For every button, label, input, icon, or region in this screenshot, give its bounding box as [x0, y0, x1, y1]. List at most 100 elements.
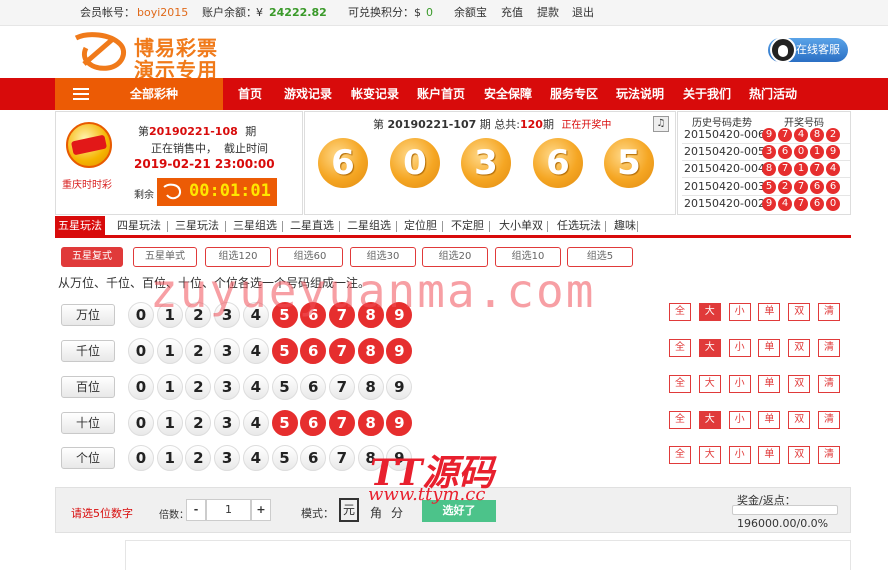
rebate-slider[interactable]: [732, 505, 838, 515]
quick-select-odd-button[interactable]: 单: [758, 339, 781, 357]
tab-four-star[interactable]: 四星玩法: [117, 216, 161, 236]
digit-ball[interactable]: 5: [271, 338, 298, 364]
quick-select-clear-button[interactable]: 清: [818, 303, 840, 321]
position-label-button[interactable]: 个位: [61, 447, 115, 469]
multiple-plus-button[interactable]: +: [251, 499, 271, 521]
quick-select-clear-button[interactable]: 清: [818, 411, 840, 429]
quick-select-all-button[interactable]: 全: [669, 339, 691, 357]
link-withdraw[interactable]: 提款: [537, 7, 559, 19]
multiple-input[interactable]: 1: [206, 499, 251, 521]
mode-jiao-button[interactable]: 角: [370, 504, 382, 521]
digit-ball[interactable]: 9: [386, 374, 413, 400]
tab-undetermined[interactable]: 不定胆: [451, 216, 484, 236]
digit-ball[interactable]: 0: [128, 374, 154, 400]
quick-select-small-button[interactable]: 小: [728, 339, 751, 357]
multiple-minus-button[interactable]: -: [186, 499, 206, 521]
digit-ball[interactable]: 7: [328, 338, 355, 364]
quick-select-small-button[interactable]: 小: [728, 303, 751, 321]
quick-select-all-button[interactable]: 全: [669, 375, 691, 393]
tab-three-star-group[interactable]: 三星组选: [233, 216, 277, 236]
tab-position[interactable]: 定位胆: [404, 216, 437, 236]
digit-ball[interactable]: 7: [328, 445, 355, 471]
quick-select-big-button[interactable]: 大: [698, 411, 721, 429]
quick-select-clear-button[interactable]: 清: [818, 339, 840, 357]
digit-ball[interactable]: 9: [386, 410, 413, 436]
quick-select-small-button[interactable]: 小: [728, 375, 751, 393]
quick-select-small-button[interactable]: 小: [728, 446, 751, 464]
digit-ball[interactable]: 6: [300, 410, 327, 436]
digit-ball[interactable]: 9: [386, 338, 413, 364]
digit-ball[interactable]: 5: [271, 374, 298, 400]
quick-select-odd-button[interactable]: 单: [758, 446, 781, 464]
nav-about[interactable]: 关于我们: [683, 78, 731, 110]
digit-ball[interactable]: 0: [128, 410, 154, 436]
logo-icon[interactable]: [70, 30, 130, 74]
digit-ball[interactable]: 0: [128, 445, 154, 471]
nav-service-zone[interactable]: 服务专区: [550, 78, 598, 110]
quick-select-big-button[interactable]: 大: [698, 446, 721, 464]
digit-ball[interactable]: 3: [214, 445, 241, 471]
position-label-button[interactable]: 千位: [61, 340, 115, 362]
digit-ball[interactable]: 4: [242, 374, 269, 400]
quick-select-clear-button[interactable]: 清: [818, 375, 840, 393]
digit-ball[interactable]: 8: [357, 374, 384, 400]
nav-account-changes[interactable]: 帐变记录: [351, 78, 399, 110]
digit-ball[interactable]: 1: [156, 410, 183, 436]
quick-select-even-button[interactable]: 双: [788, 375, 811, 393]
link-logout[interactable]: 退出: [572, 7, 594, 19]
position-label-button[interactable]: 百位: [61, 376, 115, 398]
digit-ball[interactable]: 6: [300, 338, 327, 364]
quick-select-big-button[interactable]: 大: [698, 375, 721, 393]
quick-select-odd-button[interactable]: 单: [758, 411, 781, 429]
digit-ball[interactable]: 5: [271, 445, 298, 471]
digit-ball[interactable]: 8: [357, 338, 384, 364]
tab-big-small[interactable]: 大小单双: [499, 216, 543, 236]
quick-select-all-button[interactable]: 全: [669, 303, 691, 321]
digit-ball[interactable]: 2: [185, 338, 212, 364]
digit-ball[interactable]: 2: [185, 410, 212, 436]
link-recharge[interactable]: 充值: [501, 7, 523, 19]
tab-five-star[interactable]: 五星玩法: [55, 216, 105, 236]
online-service-button[interactable]: 在线客服: [768, 37, 848, 63]
nav-home[interactable]: 首页: [238, 78, 262, 110]
digit-ball[interactable]: 1: [156, 338, 183, 364]
digit-ball[interactable]: 4: [242, 410, 269, 436]
nav-security[interactable]: 安全保障: [484, 78, 532, 110]
tab-fun[interactable]: 趣味: [614, 216, 636, 236]
digit-ball[interactable]: 4: [242, 445, 269, 471]
quick-select-even-button[interactable]: 双: [788, 411, 811, 429]
digit-ball[interactable]: 3: [214, 410, 241, 436]
quick-select-even-button[interactable]: 双: [788, 339, 811, 357]
digit-ball[interactable]: 1: [156, 445, 183, 471]
subtab-five-star-compound[interactable]: 五星复式: [61, 247, 123, 267]
digit-ball[interactable]: 4: [242, 338, 269, 364]
link-yuebao[interactable]: 余额宝: [454, 7, 487, 19]
mode-yuan-button[interactable]: 元: [339, 498, 359, 522]
quick-select-all-button[interactable]: 全: [669, 411, 691, 429]
quick-select-big-button[interactable]: 大: [698, 303, 721, 321]
tab-three-star[interactable]: 三星玩法: [175, 216, 219, 236]
quick-select-all-button[interactable]: 全: [669, 446, 691, 464]
digit-ball[interactable]: 6: [300, 445, 327, 471]
sound-toggle-icon[interactable]: ♫: [653, 116, 669, 132]
nav-events[interactable]: 热门活动: [749, 78, 797, 110]
digit-ball[interactable]: 5: [271, 410, 298, 436]
all-lotteries-button[interactable]: 全部彩种: [55, 78, 223, 110]
tab-two-star-group[interactable]: 二星组选: [347, 216, 391, 236]
tab-optional[interactable]: 任选玩法: [557, 216, 601, 236]
digit-ball[interactable]: 3: [214, 338, 241, 364]
digit-ball[interactable]: 1: [156, 374, 183, 400]
nav-rules[interactable]: 玩法说明: [616, 78, 664, 110]
digit-ball[interactable]: 3: [214, 374, 241, 400]
tab-two-star-direct[interactable]: 二星直选: [290, 216, 334, 236]
nav-game-records[interactable]: 游戏记录: [284, 78, 332, 110]
digit-ball[interactable]: 7: [328, 374, 355, 400]
position-label-button[interactable]: 万位: [61, 304, 115, 326]
quick-select-small-button[interactable]: 小: [728, 411, 751, 429]
digit-ball[interactable]: 2: [185, 374, 212, 400]
quick-select-even-button[interactable]: 双: [788, 446, 811, 464]
mode-fen-button[interactable]: 分: [391, 504, 403, 521]
quick-select-odd-button[interactable]: 单: [758, 375, 781, 393]
nav-account-home[interactable]: 账户首页: [417, 78, 465, 110]
quick-select-odd-button[interactable]: 单: [758, 303, 781, 321]
